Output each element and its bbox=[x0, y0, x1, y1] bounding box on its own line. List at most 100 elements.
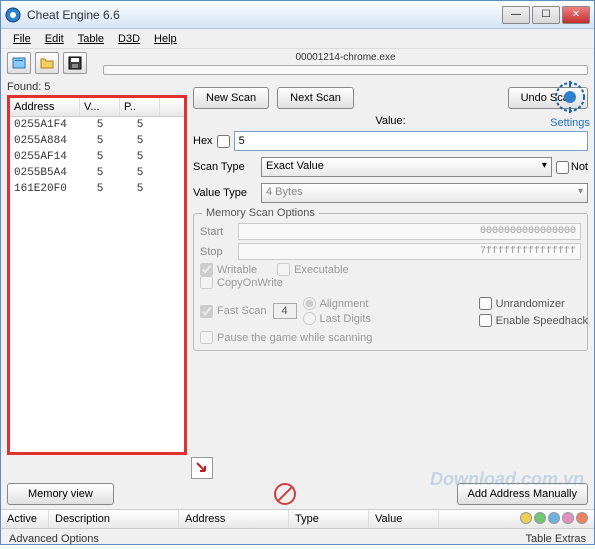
mem-options-title: Memory Scan Options bbox=[202, 207, 319, 219]
progress-area: 00001214-chrome.exe bbox=[103, 52, 588, 75]
close-button[interactable]: ✕ bbox=[562, 6, 590, 24]
col-address[interactable]: Address bbox=[179, 510, 289, 528]
menu-file[interactable]: File bbox=[7, 31, 37, 47]
table-row[interactable]: 0255B5A455 bbox=[10, 165, 184, 181]
cell-prev: 5 bbox=[120, 149, 160, 165]
col-type[interactable]: Type bbox=[289, 510, 369, 528]
cell-address: 0255B5A4 bbox=[10, 165, 80, 181]
pause-checkbox[interactable] bbox=[200, 331, 213, 344]
cell-value: 5 bbox=[80, 149, 120, 165]
cell-prev: 5 bbox=[120, 117, 160, 133]
menubar: File Edit Table D3D Help bbox=[1, 29, 594, 49]
extra-checks: Unrandomizer Enable Speedhack bbox=[479, 297, 588, 327]
main-window: Cheat Engine 6.6 — ☐ ✕ File Edit Table D… bbox=[0, 0, 595, 545]
start-input[interactable] bbox=[238, 223, 581, 240]
value-type-select[interactable]: 4 Bytes bbox=[261, 183, 588, 203]
table-row[interactable]: 0255A88455 bbox=[10, 133, 184, 149]
table-row[interactable]: 0255A1F455 bbox=[10, 117, 184, 133]
header-value[interactable]: V... bbox=[80, 98, 120, 116]
writable-checkbox[interactable] bbox=[200, 263, 213, 276]
speedhack-label: Enable Speedhack bbox=[496, 315, 588, 327]
new-scan-button[interactable]: New Scan bbox=[193, 87, 269, 109]
arrow-button[interactable] bbox=[191, 457, 213, 479]
maximize-button[interactable]: ☐ bbox=[532, 6, 560, 24]
window-title: Cheat Engine 6.6 bbox=[27, 8, 502, 22]
menu-d3d[interactable]: D3D bbox=[112, 31, 146, 47]
process-label: 00001214-chrome.exe bbox=[295, 52, 395, 63]
color-dot[interactable] bbox=[520, 512, 532, 524]
menu-edit[interactable]: Edit bbox=[39, 31, 70, 47]
writable-label: Writable bbox=[217, 264, 257, 276]
color-dot[interactable] bbox=[548, 512, 560, 524]
col-active[interactable]: Active bbox=[1, 510, 49, 528]
results-header: Address V... P.. bbox=[10, 98, 184, 117]
fast-scan-value[interactable] bbox=[273, 303, 297, 319]
copyonwrite-checkbox[interactable] bbox=[200, 276, 213, 289]
cell-prev: 5 bbox=[120, 165, 160, 181]
menu-table[interactable]: Table bbox=[72, 31, 110, 47]
color-dot[interactable] bbox=[562, 512, 574, 524]
unrandomizer-checkbox[interactable] bbox=[479, 297, 492, 310]
memory-view-button[interactable]: Memory view bbox=[7, 483, 114, 505]
table-row[interactable]: 0255AF1455 bbox=[10, 149, 184, 165]
cell-address: 161E20F0 bbox=[10, 181, 80, 197]
not-check: Not bbox=[556, 161, 588, 174]
titlebar: Cheat Engine 6.6 — ☐ ✕ bbox=[1, 1, 594, 29]
header-prev[interactable]: P.. bbox=[120, 98, 160, 116]
mid-row bbox=[1, 457, 594, 479]
last-digits-radio[interactable] bbox=[303, 312, 316, 325]
open-process-button[interactable] bbox=[7, 52, 31, 74]
results-table[interactable]: Address V... P.. 0255A1F4550255A88455025… bbox=[7, 95, 187, 455]
settings-label: Settings bbox=[550, 117, 590, 129]
col-value[interactable]: Value bbox=[369, 510, 439, 528]
progress-bar bbox=[103, 65, 588, 75]
color-dots bbox=[514, 510, 594, 528]
footer: Advanced Options Table Extras bbox=[1, 529, 594, 549]
left-panel: Found: 5 Address V... P.. 0255A1F4550255… bbox=[7, 79, 187, 455]
no-entry-icon bbox=[274, 483, 296, 505]
executable-row: Executable bbox=[277, 263, 348, 276]
save-button[interactable] bbox=[63, 52, 87, 74]
col-description[interactable]: Description bbox=[49, 510, 179, 528]
stop-label: Stop bbox=[200, 246, 230, 258]
add-address-manually-button[interactable]: Add Address Manually bbox=[457, 483, 588, 505]
color-dot[interactable] bbox=[576, 512, 588, 524]
value-label: Value: bbox=[193, 115, 588, 127]
cell-prev: 5 bbox=[120, 133, 160, 149]
open-file-button[interactable] bbox=[35, 52, 59, 74]
pause-label: Pause the game while scanning bbox=[217, 332, 372, 344]
scan-type-select[interactable]: Exact Value bbox=[261, 157, 552, 177]
advanced-options-link[interactable]: Advanced Options bbox=[9, 533, 99, 545]
table-row[interactable]: 161E20F055 bbox=[10, 181, 184, 197]
address-list-header: Active Description Address Type Value bbox=[1, 509, 594, 529]
executable-checkbox[interactable] bbox=[277, 263, 290, 276]
alignment-group: Alignment Last Digits bbox=[303, 297, 371, 325]
cell-address: 0255AF14 bbox=[10, 149, 80, 165]
speedhack-checkbox[interactable] bbox=[479, 314, 492, 327]
alignment-radio[interactable] bbox=[303, 297, 316, 310]
toolbar: 00001214-chrome.exe bbox=[1, 49, 594, 77]
cell-value: 5 bbox=[80, 133, 120, 149]
header-address[interactable]: Address bbox=[10, 98, 80, 116]
minimize-button[interactable]: — bbox=[502, 6, 530, 24]
not-checkbox[interactable] bbox=[556, 161, 569, 174]
value-input[interactable] bbox=[234, 131, 588, 151]
cell-value: 5 bbox=[80, 165, 120, 181]
settings-button[interactable]: Settings bbox=[550, 79, 590, 129]
not-label: Not bbox=[571, 161, 588, 173]
next-scan-button[interactable]: Next Scan bbox=[277, 87, 354, 109]
executable-label: Executable bbox=[294, 264, 348, 276]
table-extras-link[interactable]: Table Extras bbox=[525, 533, 586, 545]
memory-scan-options: Memory Scan Options Start Stop Writable bbox=[193, 213, 588, 351]
scan-type-label: Scan Type bbox=[193, 161, 257, 173]
menu-help[interactable]: Help bbox=[148, 31, 183, 47]
results-body: 0255A1F4550255A884550255AF14550255B5A455… bbox=[10, 117, 184, 197]
value-type-label: Value Type bbox=[193, 187, 257, 199]
unrandomizer-label: Unrandomizer bbox=[496, 298, 565, 310]
stop-input[interactable] bbox=[238, 243, 581, 260]
fast-scan-checkbox[interactable] bbox=[200, 305, 213, 318]
color-dot[interactable] bbox=[534, 512, 546, 524]
scan-buttons: New Scan Next Scan Undo Scan bbox=[193, 87, 588, 109]
hex-checkbox[interactable] bbox=[217, 135, 230, 148]
cell-prev: 5 bbox=[120, 181, 160, 197]
